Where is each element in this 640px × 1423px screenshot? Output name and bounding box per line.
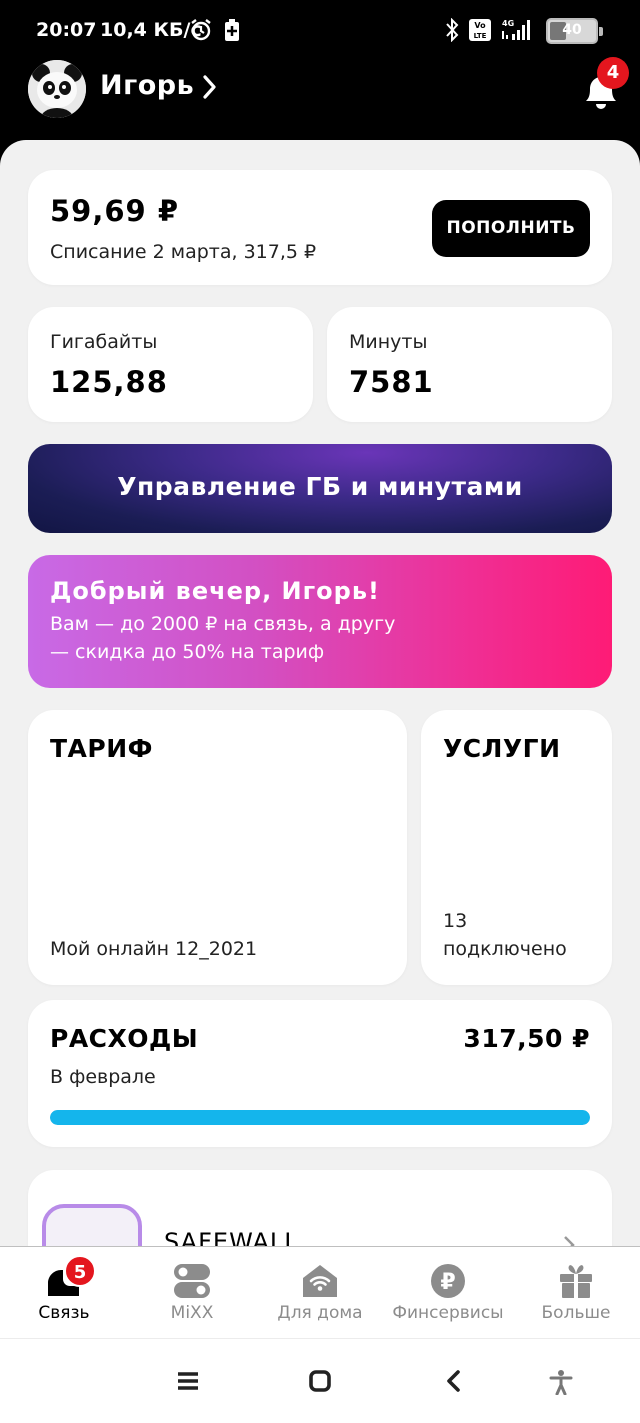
services-title: УСЛУГИ: [443, 734, 561, 763]
minutes-label: Минуты: [349, 331, 428, 353]
bluetooth-icon: [444, 17, 460, 46]
expenses-card[interactable]: РАСХОДЫ 317,50 ₽ В феврале: [28, 1000, 612, 1147]
gift-icon: [558, 1263, 594, 1299]
expenses-title: РАСХОДЫ: [50, 1024, 199, 1053]
back-icon[interactable]: [442, 1369, 466, 1397]
accessibility-icon[interactable]: [548, 1369, 574, 1399]
nav-label: Для дома: [277, 1303, 363, 1323]
promo-text-line-2: — скидка до 50% на тариф: [50, 641, 325, 663]
nav-label: Связь: [38, 1303, 90, 1323]
main-content: 59,69 ₽ Списание 2 марта, 317,5 ₽ ПОПОЛН…: [0, 140, 640, 1246]
nav-item-finservices[interactable]: ₽ Финсервисы: [384, 1247, 512, 1339]
nav-badge: 5: [64, 1255, 96, 1287]
manage-gb-minutes-banner[interactable]: Управление ГБ и минутами: [28, 444, 612, 533]
nav-label: MiXX: [170, 1303, 214, 1323]
expenses-period: В феврале: [50, 1066, 156, 1088]
tariff-title: ТАРИФ: [50, 734, 153, 763]
bottom-navigation: 5 Связь MiXX Для дома ₽ Финсервисы Больш…: [0, 1246, 640, 1338]
notification-badge: 4: [597, 57, 629, 89]
nav-label: Больше: [541, 1303, 611, 1323]
gigabytes-label: Гигабайты: [50, 331, 158, 353]
nav-item-svyaz[interactable]: 5 Связь: [0, 1247, 128, 1339]
safewall-logo-icon: [42, 1204, 142, 1246]
nav-item-more[interactable]: Больше: [512, 1247, 640, 1339]
toggle-icon: [174, 1263, 210, 1299]
manage-banner-label: Управление ГБ и минутами: [117, 472, 523, 501]
promo-banner[interactable]: Добрый вечер, Игорь! Вам — до 2000 ₽ на …: [28, 555, 612, 688]
expenses-amount: 317,50 ₽: [463, 1024, 590, 1053]
battery-level: 40: [562, 22, 582, 38]
promo-text-line-1: Вам — до 2000 ₽ на связь, а другу: [50, 613, 396, 635]
app-header: Игорь: [0, 60, 640, 140]
system-navigation-bar: [0, 1338, 640, 1423]
safewall-card[interactable]: SAFEWALL: [28, 1170, 612, 1246]
balance-card[interactable]: 59,69 ₽ Списание 2 марта, 317,5 ₽ ПОПОЛН…: [28, 170, 612, 285]
next-charge-note: Списание 2 марта, 317,5 ₽: [50, 241, 317, 263]
alarm-icon: [190, 18, 212, 46]
signal-icon: 4G: [498, 18, 534, 46]
nav-label: Финсервисы: [392, 1303, 504, 1323]
svg-text:4G: 4G: [502, 19, 514, 28]
tariff-name: Мой онлайн 12_2021: [50, 938, 258, 960]
safewall-name: SAFEWALL: [164, 1228, 299, 1246]
battery-saver-icon: [224, 18, 240, 46]
status-bar: 20:07 10,4 КБ/с Vo LTE 4G 40: [0, 0, 640, 60]
chevron-right-icon: [562, 1234, 576, 1246]
status-time: 20:07: [36, 19, 97, 41]
svg-text:₽: ₽: [440, 1270, 455, 1295]
gigabytes-value: 125,88: [50, 365, 168, 399]
services-count: 13: [443, 910, 468, 932]
chevron-right-icon[interactable]: [202, 74, 218, 104]
nav-item-mixx[interactable]: MiXX: [128, 1247, 256, 1339]
user-name[interactable]: Игорь: [100, 70, 194, 101]
home-button-icon[interactable]: [308, 1369, 332, 1397]
nav-item-home[interactable]: Для дома: [256, 1247, 384, 1339]
services-status: подключено: [443, 938, 567, 960]
svg-text:LTE: LTE: [474, 32, 487, 40]
expenses-progress-fill: [50, 1110, 590, 1125]
panda-avatar-icon: [28, 60, 86, 118]
ruble-icon: ₽: [430, 1263, 466, 1299]
menu-icon[interactable]: [176, 1369, 200, 1397]
services-card[interactable]: УСЛУГИ 13 подключено: [421, 710, 612, 985]
avatar[interactable]: [28, 60, 86, 118]
topup-button[interactable]: ПОПОЛНИТЬ: [432, 200, 590, 257]
gigabytes-card[interactable]: Гигабайты 125,88: [28, 307, 313, 422]
battery-indicator: 40: [546, 18, 603, 44]
promo-title: Добрый вечер, Игорь!: [50, 577, 380, 605]
volte-icon: Vo LTE: [468, 18, 492, 46]
home-wifi-icon: [302, 1263, 338, 1299]
minutes-card[interactable]: Минуты 7581: [327, 307, 612, 422]
status-network-speed: 10,4 КБ/с: [100, 19, 202, 41]
expenses-progress-bar: [50, 1110, 590, 1125]
minutes-value: 7581: [349, 365, 434, 399]
tariff-card[interactable]: ТАРИФ Мой онлайн 12_2021: [28, 710, 407, 985]
svg-text:Vo: Vo: [474, 21, 486, 30]
balance-amount: 59,69 ₽: [50, 194, 180, 228]
